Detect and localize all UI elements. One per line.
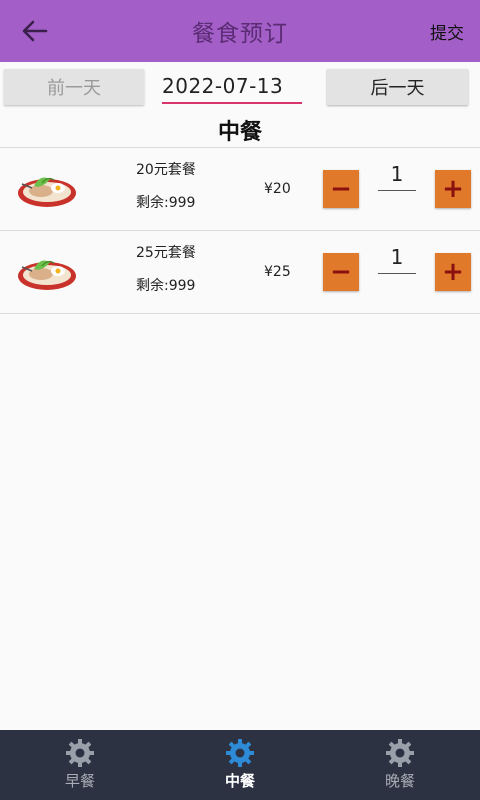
increase-quantity-button[interactable]: + <box>435 170 471 208</box>
meal-plate-icon <box>18 260 76 290</box>
meal-name: 20元套餐 <box>136 162 196 178</box>
submit-button[interactable]: 提交 <box>430 0 464 62</box>
tab-dinner[interactable]: 晚餐 <box>320 730 480 800</box>
back-arrow-icon <box>22 20 48 42</box>
decrease-quantity-button[interactable]: − <box>323 253 359 291</box>
plus-icon: + <box>442 257 464 287</box>
date-input[interactable]: 2022-07-13 <box>162 74 302 104</box>
meal-price: ¥25 <box>264 264 291 280</box>
quantity-field[interactable]: 1 <box>378 162 416 191</box>
minus-icon: − <box>330 257 352 287</box>
list-item: 20元套餐 剩余:999 ¥20 − 1 + <box>0 148 480 231</box>
page-title: 餐食预订 <box>192 21 288 47</box>
quantity-field[interactable]: 1 <box>378 245 416 274</box>
app-header: 餐食预订 提交 <box>0 0 480 62</box>
meal-name: 25元套餐 <box>136 245 196 261</box>
prev-day-button[interactable]: 前一天 <box>4 69 144 105</box>
meal-remaining: 剩余:999 <box>136 195 196 211</box>
bottom-nav: 早餐 中餐 晚餐 <box>0 730 480 800</box>
back-button[interactable] <box>18 15 52 47</box>
tab-label: 中餐 <box>224 772 255 790</box>
meal-price: ¥20 <box>264 181 291 197</box>
tab-label: 晚餐 <box>384 772 415 790</box>
next-day-button[interactable]: 后一天 <box>327 69 468 105</box>
tab-label: 早餐 <box>64 772 95 790</box>
gear-icon <box>386 739 414 767</box>
minus-icon: − <box>330 174 352 204</box>
gear-icon <box>66 739 94 767</box>
plus-icon: + <box>442 174 464 204</box>
tab-breakfast[interactable]: 早餐 <box>0 730 160 800</box>
meal-list: 20元套餐 剩余:999 ¥20 − 1 + 25元套餐 剩余:999 ¥25 … <box>0 147 480 314</box>
decrease-quantity-button[interactable]: − <box>323 170 359 208</box>
date-bar: 前一天 2022-07-13 后一天 <box>0 62 480 112</box>
gear-icon <box>226 739 254 767</box>
meal-remaining: 剩余:999 <box>136 278 196 294</box>
meal-plate-icon <box>18 177 76 207</box>
list-item: 25元套餐 剩余:999 ¥25 − 1 + <box>0 231 480 314</box>
meal-section-title: 中餐 <box>217 120 262 145</box>
tab-lunch[interactable]: 中餐 <box>160 730 320 800</box>
increase-quantity-button[interactable]: + <box>435 253 471 291</box>
